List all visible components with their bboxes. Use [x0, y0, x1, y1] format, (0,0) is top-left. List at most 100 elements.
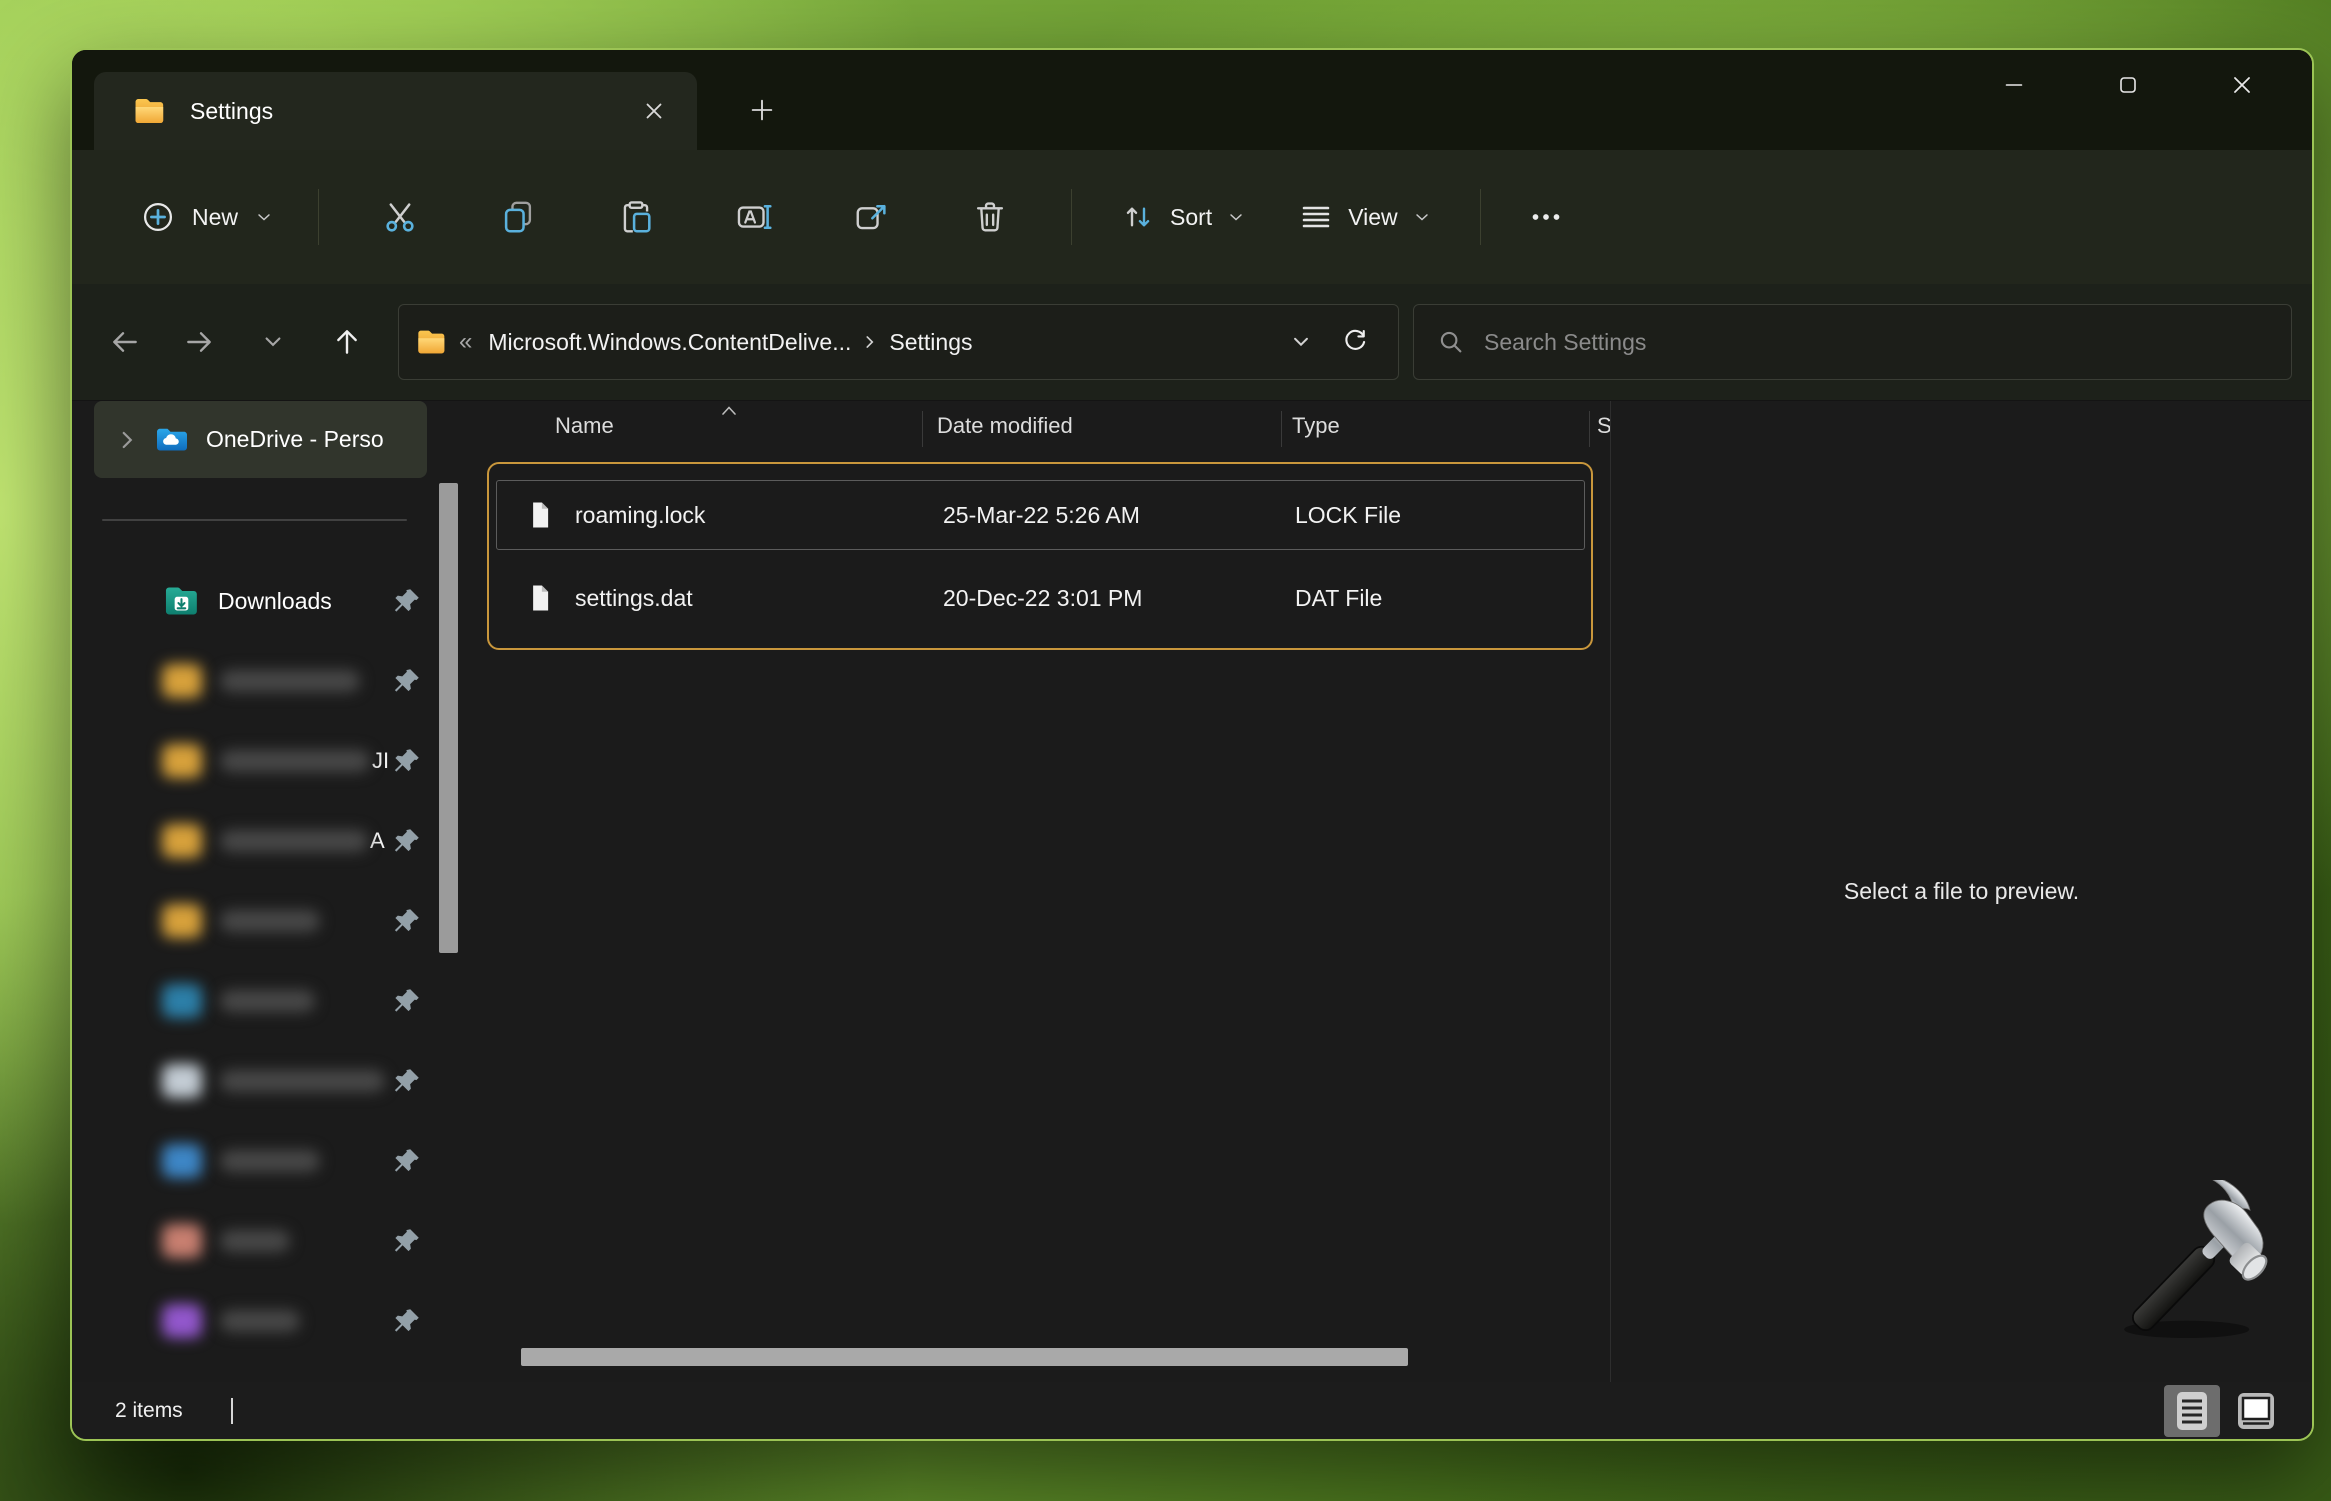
status-divider	[231, 1398, 233, 1424]
file-type: LOCK File	[1284, 502, 1592, 529]
details-view-button[interactable]	[2164, 1385, 2220, 1437]
new-button-label: New	[192, 204, 238, 231]
trash-icon	[971, 198, 1009, 236]
tab-title: Settings	[190, 98, 631, 125]
tab-bar: Settings	[72, 50, 2312, 150]
search-box[interactable]	[1413, 304, 2292, 380]
sort-button[interactable]: Sort	[1094, 185, 1272, 249]
breadcrumb-parent[interactable]: Microsoft.Windows.ContentDelive...	[480, 323, 859, 362]
refresh-button[interactable]	[1328, 315, 1382, 369]
share-button[interactable]	[813, 174, 931, 260]
column-header-size[interactable]: S	[1597, 413, 1610, 439]
breadcrumb-folder-icon	[415, 326, 447, 358]
pin-icon	[392, 666, 422, 696]
redacted-folder-icon	[162, 1304, 202, 1338]
breadcrumb-overflow-chevrons[interactable]: «	[459, 328, 472, 356]
column-headers: Name Date modified Type S	[460, 401, 1610, 453]
sidebar-item-onedrive[interactable]: OneDrive - Perso	[94, 401, 427, 478]
redacted-folder-icon	[162, 1064, 202, 1098]
up-button[interactable]	[310, 305, 384, 379]
sidebar-item-redacted[interactable]	[72, 641, 438, 721]
toolbar-separator	[1071, 189, 1072, 245]
file-row[interactable]: roaming.lock 25-Mar-22 5:26 AM LOCK File	[496, 480, 1585, 550]
column-separator[interactable]	[1589, 411, 1590, 447]
address-bar[interactable]: « Microsoft.Windows.ContentDelive... Set…	[398, 304, 1399, 380]
file-list: Name Date modified Type S roaming.lock 2…	[460, 401, 1610, 1382]
preview-message: Select a file to preview.	[1611, 878, 2312, 905]
recent-locations-button[interactable]	[236, 305, 310, 379]
sidebar-item-redacted[interactable]	[72, 1121, 438, 1201]
sidebar-item-redacted[interactable]	[72, 1201, 438, 1281]
sidebar-scrollbar[interactable]	[438, 401, 460, 1382]
sidebar-scrollbar-thumb[interactable]	[439, 483, 458, 953]
sidebar-item-downloads[interactable]: Downloads	[72, 561, 438, 641]
column-separator[interactable]	[1281, 411, 1282, 447]
thumbnail-view-button[interactable]	[2228, 1385, 2284, 1437]
column-separator[interactable]	[922, 411, 923, 447]
column-header-type[interactable]: Type	[1292, 413, 1340, 439]
delete-button[interactable]	[931, 174, 1049, 260]
copy-icon	[499, 198, 537, 236]
file-icon	[525, 500, 555, 530]
minimize-button[interactable]	[1967, 52, 2061, 118]
rename-button[interactable]	[695, 174, 813, 260]
sidebar-item-redacted[interactable]: JI	[72, 721, 438, 801]
redacted-folder-icon	[162, 1224, 202, 1258]
close-button[interactable]	[2195, 52, 2289, 118]
paste-button[interactable]	[577, 174, 695, 260]
redacted-label	[220, 1150, 320, 1172]
new-tab-button[interactable]	[738, 86, 786, 134]
file-type: DAT File	[1284, 585, 1592, 612]
rename-icon	[735, 198, 773, 236]
sidebar-item-redacted[interactable]	[72, 961, 438, 1041]
copy-button[interactable]	[459, 174, 577, 260]
close-icon	[2229, 72, 2255, 98]
breadcrumb-current[interactable]: Settings	[881, 323, 980, 362]
search-icon	[1436, 327, 1466, 357]
horizontal-scrollbar-thumb[interactable]	[521, 1348, 1408, 1366]
file-name: roaming.lock	[575, 502, 705, 529]
forward-button[interactable]	[162, 305, 236, 379]
back-button[interactable]	[88, 305, 162, 379]
downloads-folder-icon	[162, 582, 200, 620]
redacted-label	[220, 1230, 290, 1252]
file-name: settings.dat	[575, 585, 693, 612]
chevron-down-icon	[259, 328, 287, 356]
sidebar-item-redacted[interactable]	[72, 1281, 438, 1361]
arrow-up-icon	[331, 326, 363, 358]
cut-button[interactable]	[341, 174, 459, 260]
tab-close-button[interactable]	[631, 88, 677, 134]
view-button[interactable]: View	[1272, 185, 1457, 249]
details-view-icon	[2169, 1388, 2215, 1434]
maximize-button[interactable]	[2081, 52, 2175, 118]
sidebar-item-redacted[interactable]	[72, 1041, 438, 1121]
command-toolbar: New Sort	[72, 150, 2312, 284]
toolbar-separator	[318, 189, 319, 245]
sidebar-item-redacted[interactable]	[72, 881, 438, 961]
plus-circle-icon	[140, 199, 176, 235]
sidebar-item-redacted[interactable]: A	[72, 801, 438, 881]
file-row[interactable]: settings.dat 20-Dec-22 3:01 PM DAT File	[496, 563, 1585, 633]
address-dropdown-button[interactable]	[1274, 315, 1328, 369]
sidebar: OneDrive - Perso Downloads	[72, 401, 438, 1382]
pin-icon	[392, 826, 422, 856]
pin-icon	[392, 746, 422, 776]
pin-icon	[392, 586, 422, 616]
redacted-label	[220, 1310, 300, 1332]
arrow-right-icon	[183, 326, 215, 358]
hammer-cursor-graphic	[2103, 1180, 2293, 1345]
column-header-date-modified[interactable]: Date modified	[937, 413, 1073, 439]
file-date-modified: 20-Dec-22 3:01 PM	[925, 585, 1284, 612]
share-icon	[853, 198, 891, 236]
thumbnail-view-icon	[2233, 1388, 2279, 1434]
redacted-trailing-text: JI	[372, 748, 389, 774]
more-options-button[interactable]	[1503, 174, 1589, 260]
pin-icon	[392, 906, 422, 936]
file-date-modified: 25-Mar-22 5:26 AM	[925, 502, 1284, 529]
column-header-name[interactable]: Name	[555, 413, 614, 439]
search-input[interactable]	[1482, 328, 2269, 357]
sort-ascending-caret-icon	[717, 403, 741, 417]
explorer-tab[interactable]: Settings	[94, 72, 697, 150]
arrow-left-icon	[109, 326, 141, 358]
new-button[interactable]: New	[118, 185, 296, 249]
